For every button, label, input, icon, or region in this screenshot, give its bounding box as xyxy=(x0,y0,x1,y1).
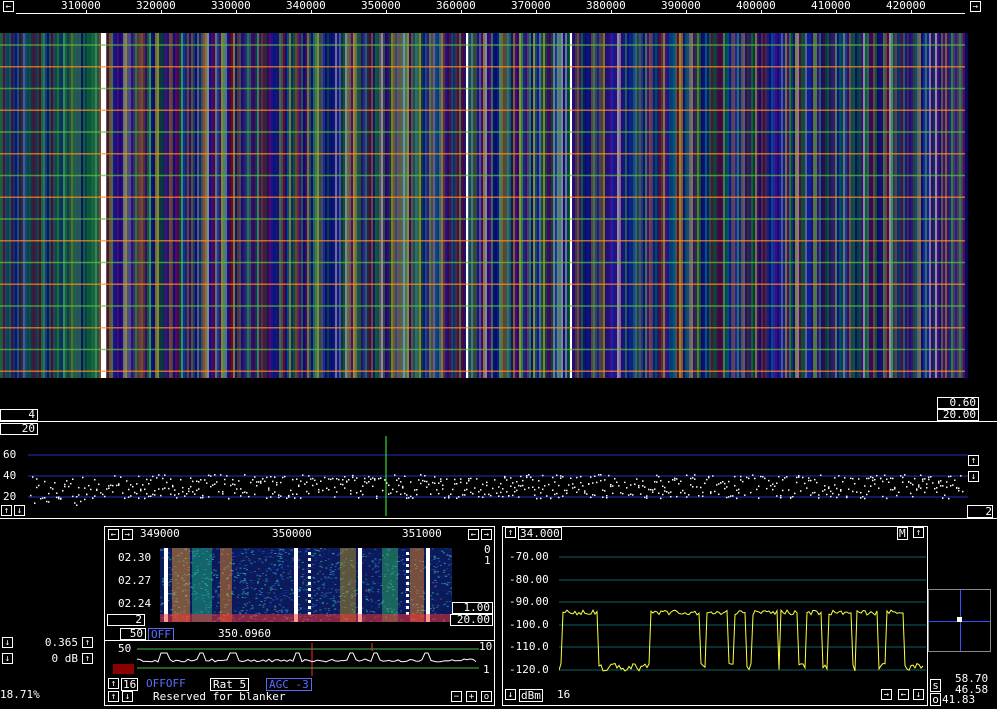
minus-button[interactable]: − xyxy=(451,691,462,702)
spectrum-right-value: 2 xyxy=(967,505,993,518)
frequency-ruler: 310000 320000 330000 340000 350000 360000 3700… xyxy=(16,0,965,14)
hires-left-button[interactable]: ← xyxy=(108,529,119,540)
blanker-label: Reserved for blanker xyxy=(153,690,286,703)
s-meter-y-label: -80.00 xyxy=(509,572,549,586)
spectrum-y-label: 20 xyxy=(3,490,17,503)
spectrum-up-button[interactable]: ↑ xyxy=(968,455,979,466)
scroll-left-button[interactable]: ← xyxy=(3,1,14,12)
axis-tick-label: 410000 xyxy=(811,0,851,12)
s-meter-down-button-2[interactable]: ↓ xyxy=(913,689,924,700)
axis-tick-label: 370000 xyxy=(511,0,551,12)
hires-time-label: 02.30 xyxy=(118,551,152,564)
gain-value[interactable]: 0 dB xyxy=(14,653,79,664)
axis-tick-label: 400000 xyxy=(736,0,776,12)
s-meter-mode-up-button[interactable]: ↑ xyxy=(913,527,924,538)
hires-right-button[interactable]: → xyxy=(122,529,133,540)
axis-tick-label: 310000 xyxy=(61,0,101,12)
s-meter-y-label: -110.0 xyxy=(509,640,549,653)
hires-scale-top: 10 xyxy=(479,640,493,653)
gain-down-button[interactable]: ↓ xyxy=(2,653,13,664)
s-meter-graph[interactable] xyxy=(559,545,926,685)
axis-tick-label: 330000 xyxy=(211,0,251,12)
s-meter-mode[interactable]: M xyxy=(897,527,908,540)
s-meter-y-label: -100.0 xyxy=(509,617,549,631)
hires-time-label: 02.27 xyxy=(118,574,152,587)
s-meter-y-label: -120.0 xyxy=(509,662,549,676)
hires-time-label: 02.24 xyxy=(118,597,152,610)
s-meter-y-label: -90.00 xyxy=(509,595,549,608)
blanker-up-button[interactable]: ↑ xyxy=(108,691,119,702)
axis-tick-label: 340000 xyxy=(286,0,326,12)
spectrum-zoom-down-button[interactable]: ↓ xyxy=(14,505,25,516)
hires-range-box[interactable]: 20.00 xyxy=(450,614,493,626)
waterfall-display[interactable] xyxy=(0,33,968,378)
spectrum-down-button[interactable]: ↓ xyxy=(968,471,979,482)
s-meter-frequency[interactable]: 34.000 xyxy=(518,527,562,540)
separator-line xyxy=(0,518,997,519)
plus-button[interactable]: + xyxy=(466,691,477,702)
hires-axis-label: 350000 xyxy=(272,527,312,540)
hires-axis-label: 351000 xyxy=(402,527,442,540)
axis-tick-label: 390000 xyxy=(661,0,701,12)
readout-3: 41.83 xyxy=(942,693,976,706)
hires-axis-label: 349000 xyxy=(140,527,180,540)
axis-tick-label: 350000 xyxy=(361,0,401,12)
s-meter-up-button[interactable]: ↑ xyxy=(505,527,516,538)
s-meter-y-label: -70.00 xyxy=(509,550,549,563)
hires-waterfall[interactable] xyxy=(160,548,452,622)
s-meter-right-button[interactable]: → xyxy=(881,689,892,700)
hires-scale-bottom: 1 xyxy=(483,663,490,676)
s-meter-down-button[interactable]: ↓ xyxy=(505,689,516,700)
o-label: o xyxy=(930,693,941,706)
spectrum-graph[interactable] xyxy=(28,436,968,516)
bandwidth-value[interactable]: 16 xyxy=(121,678,139,691)
s-meter-number: 16 xyxy=(557,688,571,701)
separator-line xyxy=(0,421,997,422)
axis-tick-label: 360000 xyxy=(436,0,476,12)
hires-spectrum[interactable] xyxy=(107,641,479,676)
spectrum-y-label: 40 xyxy=(3,469,17,482)
s-label: s xyxy=(930,679,941,692)
spectrum-zoom-up-button[interactable]: ↑ xyxy=(1,505,12,516)
hires-left-button-2[interactable]: ← xyxy=(468,529,479,540)
axis-tick-label: 380000 xyxy=(586,0,626,12)
tuned-frequency: 350.0960 xyxy=(218,627,271,640)
cpu-load: 18.71% xyxy=(0,688,40,701)
s-level-bar xyxy=(113,664,134,674)
o-button[interactable]: o xyxy=(481,691,492,702)
mode-off-toggles[interactable]: OFFOFF xyxy=(146,678,186,689)
level-box[interactable]: 50 xyxy=(120,628,146,640)
axis-tick-label: 320000 xyxy=(136,0,176,12)
spectrum-scale-box[interactable]: 20 xyxy=(0,423,38,435)
axis-tick-label: 420000 xyxy=(886,0,926,12)
parameter-value[interactable]: 0.365 xyxy=(14,637,78,648)
spectrum-y-label: 60 xyxy=(3,448,17,461)
s-meter-unit: dBm xyxy=(519,689,543,702)
blanker-down-button[interactable]: ↓ xyxy=(122,691,133,702)
waterfall-range-box[interactable]: 20.00 xyxy=(937,409,979,421)
hires-right-button-2[interactable]: → xyxy=(481,529,492,540)
hires-avg-box[interactable]: 2 xyxy=(107,614,145,626)
value-up-button[interactable]: ↑ xyxy=(82,637,93,648)
scroll-right-button[interactable]: → xyxy=(970,1,981,12)
bw-up-button[interactable]: ↑ xyxy=(108,678,119,689)
hires-side-number: 1 xyxy=(484,554,491,567)
scope-dot xyxy=(957,617,962,622)
gain-up-button[interactable]: ↑ xyxy=(82,653,93,664)
phase-scope[interactable] xyxy=(928,589,991,652)
s-meter-left-button[interactable]: ← xyxy=(898,689,909,700)
value-down-button[interactable]: ↓ xyxy=(2,637,13,648)
waterfall-avg-box[interactable]: 4 xyxy=(0,409,38,421)
